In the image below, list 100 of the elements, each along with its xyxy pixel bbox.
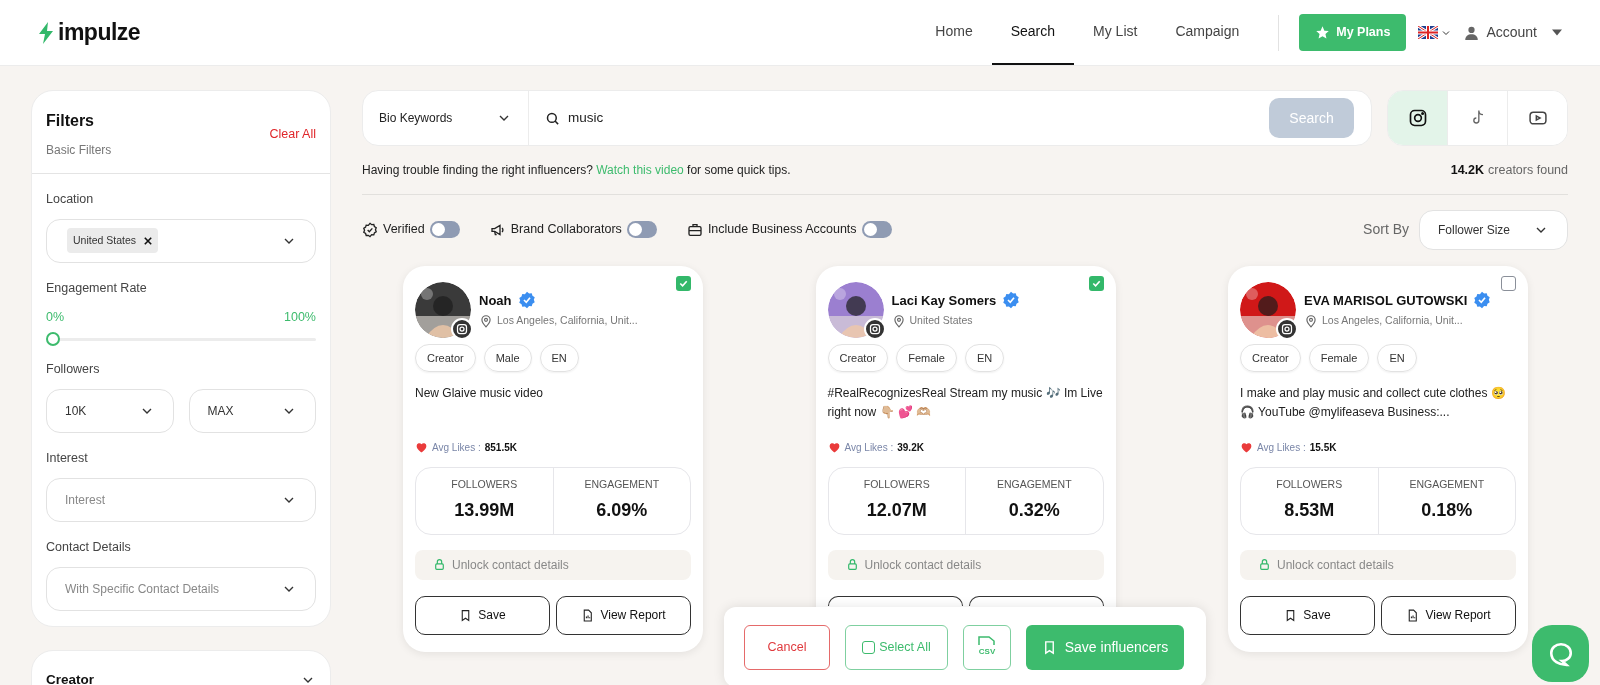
save-button[interactable]: Save (1240, 595, 1375, 635)
stat-value: 0.18% (1421, 499, 1473, 523)
platform-tab[interactable] (1388, 91, 1447, 145)
chat-bubble-icon (1547, 640, 1574, 667)
avg-likes-value: 15.5K (1309, 440, 1337, 455)
avg-likes-value: 851.5K (484, 440, 517, 455)
logo-bolt-icon (38, 21, 54, 44)
toggle-label: Brand Collaborators (510, 221, 622, 239)
stat-value: 13.99M (454, 499, 515, 523)
sort-label: Sort By (1363, 220, 1409, 240)
search-mode-select[interactable]: Bio Keywords (363, 91, 529, 145)
creators-count: 14.2K (1450, 162, 1485, 179)
star-icon (1315, 25, 1331, 40)
help-text: Having trouble finding the right influencers? Watch this video for some quick tips. (362, 162, 791, 180)
view-report-button[interactable]: View Report (556, 595, 691, 635)
clear-all-link[interactable]: Clear All (269, 124, 316, 144)
creator-section[interactable]: Creator (31, 650, 331, 685)
range-max: 100% (284, 308, 316, 326)
section-title: Creator (46, 670, 94, 685)
view-report-button[interactable]: View Report (1381, 595, 1516, 635)
lock-icon (1258, 558, 1271, 572)
youtube-icon (1527, 108, 1548, 128)
stat-label: ENGAGEMENT (584, 477, 660, 493)
avg-likes-label: Avg Likes : (1257, 440, 1306, 455)
filter-label: Followers (46, 361, 101, 379)
heart-icon (827, 440, 841, 454)
filter-label: Location (46, 191, 95, 208)
stat-label: FOLLOWERS (451, 477, 518, 493)
lock-icon (433, 558, 446, 572)
cancel-button[interactable]: Cancel (744, 624, 830, 670)
nav-link[interactable]: Home (916, 0, 992, 65)
stat-label: ENGAGEMENT (1409, 477, 1485, 493)
nav-link[interactable]: Search (991, 0, 1075, 65)
avg-likes-value: 39.2K (897, 440, 924, 455)
sort-select[interactable]: Follower Size (1419, 209, 1568, 250)
caret-icon (1552, 29, 1562, 36)
select-checkbox[interactable] (676, 275, 691, 291)
avg-likes-label: Avg Likes : (844, 440, 894, 455)
stat-value: 0.32% (1008, 499, 1060, 523)
location-pin-icon (1304, 314, 1318, 328)
toggle-switch[interactable] (626, 221, 657, 239)
stat-value: 12.07M (866, 499, 927, 523)
heart-icon (1240, 440, 1253, 454)
creator-bio: I make and play music and collect cute clothes 🥺 🎧 YouTube @mylifeaseva Business:... (1240, 384, 1507, 421)
briefcase-icon (686, 221, 703, 238)
nav-link[interactable]: My List (1074, 0, 1157, 65)
creator-bio: New Glaive music video (415, 384, 545, 402)
stat-value: 8.53M (1284, 499, 1335, 523)
toggle-switch[interactable] (861, 221, 892, 239)
creator-name: Laci Kay Somers (891, 291, 997, 310)
location-pin-icon (891, 314, 906, 328)
toggle-switch[interactable] (429, 221, 460, 239)
file-icon (978, 636, 996, 645)
user-icon (1464, 24, 1480, 41)
logo[interactable]: impulze (58, 15, 141, 50)
location-select[interactable]: United States (46, 218, 316, 263)
chat-button[interactable] (1532, 625, 1589, 682)
toggle-label: Verified (383, 221, 425, 239)
filters-title: Filters (46, 111, 95, 131)
creator-location: Los Angeles, California, Unit... (497, 313, 638, 329)
nav-link[interactable]: Campaign (1156, 0, 1259, 65)
toggle-label: Include Business Accounts (707, 221, 857, 239)
close-icon[interactable] (144, 236, 153, 245)
select-checkbox[interactable] (1088, 275, 1104, 291)
flag-icon (1418, 26, 1439, 39)
creator-location: Los Angeles, California, Unit... (1322, 313, 1463, 329)
report-icon (581, 608, 595, 622)
interest-select[interactable]: Interest (46, 477, 316, 522)
stat-value: 6.09% (596, 499, 648, 523)
search-icon (545, 110, 560, 126)
search-input[interactable]: music (568, 107, 1253, 129)
save-button[interactable]: Save (415, 595, 550, 635)
filter-label: Engagement Rate (46, 279, 148, 297)
checkbox-icon (862, 640, 876, 654)
select-checkbox[interactable] (1501, 275, 1516, 291)
stat-label: FOLLOWERS (1276, 477, 1343, 493)
instagram-icon (1407, 108, 1428, 128)
creator-name: EVA MARISOL GUTOWSKI (1304, 291, 1468, 310)
location-chip: United States (67, 228, 159, 254)
slider-thumb[interactable] (46, 332, 60, 347)
report-icon (1406, 608, 1420, 622)
stat-label: FOLLOWERS (863, 477, 930, 493)
contact-details-select[interactable]: With Specific Contact Details (46, 566, 316, 611)
creator-name: Noah (479, 291, 512, 310)
filter-label: Contact Details (46, 538, 132, 556)
megaphone-icon (489, 221, 506, 238)
engagement-slider[interactable] (46, 332, 316, 347)
creators-found-label: creators found (1488, 162, 1568, 179)
heart-icon (415, 440, 428, 454)
creator-location: United States (909, 313, 973, 329)
stat-label: ENGAGEMENT (996, 477, 1072, 493)
range-min: 0% (46, 308, 65, 326)
followers-max-select[interactable]: MAX (188, 389, 316, 433)
creator-bio: #RealRecognizesReal Stream my music 🎶 Im Live right now 👇🏼 💕 🫶🏼 (827, 384, 1104, 421)
filters-subtitle: Basic Filters (46, 142, 112, 159)
location-pin-icon (479, 314, 493, 328)
filter-label: Interest (46, 450, 89, 467)
badge-check-icon (362, 221, 378, 238)
account-menu[interactable]: Account (1464, 22, 1562, 43)
followers-min-select[interactable]: 10K (46, 389, 174, 433)
